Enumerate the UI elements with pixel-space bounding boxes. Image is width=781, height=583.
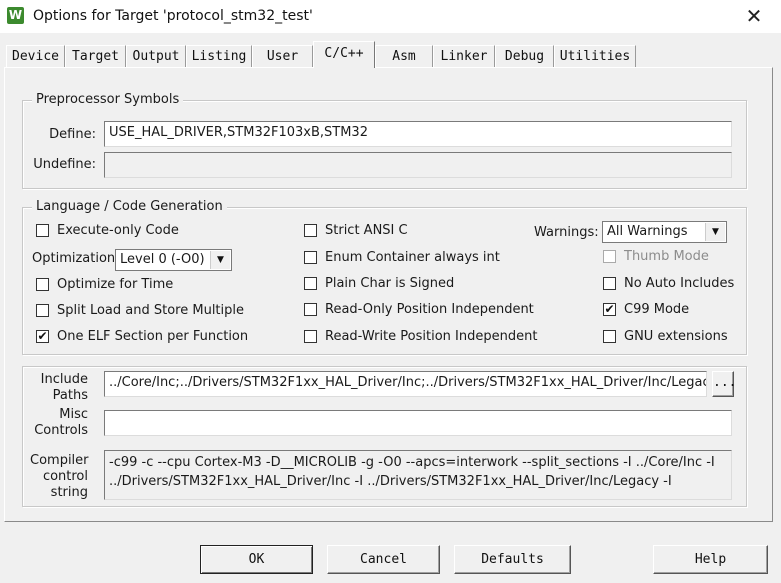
c99-mode-checkbox[interactable]: ✔ (603, 303, 616, 316)
strict-ansi-label: Strict ANSI C (325, 223, 408, 238)
optimize-time-checkbox[interactable] (36, 278, 49, 291)
optimization-label: Optimization: (32, 251, 120, 266)
enum-container-label: Enum Container always int (325, 250, 500, 265)
optimization-value: Level 0 (-O0) (120, 252, 205, 267)
tab-target[interactable]: Target (65, 45, 126, 67)
one-elf-checkbox[interactable]: ✔ (36, 330, 49, 343)
warnings-value: All Warnings (607, 224, 688, 239)
tab-listing[interactable]: Listing (186, 45, 252, 67)
execute-only-label: Execute-only Code (57, 223, 179, 238)
rw-position-checkbox[interactable] (304, 330, 317, 343)
help-button[interactable]: Help (653, 545, 768, 574)
tab-utilities[interactable]: Utilities (554, 45, 636, 67)
enum-container-checkbox[interactable] (304, 251, 317, 264)
plain-char-label: Plain Char is Signed (325, 276, 455, 291)
cancel-button[interactable]: Cancel (327, 545, 440, 574)
warnings-label: Warnings: (534, 225, 599, 240)
no-auto-includes-label: No Auto Includes (624, 276, 735, 291)
thumb-mode-label: Thumb Mode (624, 249, 709, 264)
no-auto-includes-checkbox[interactable] (603, 277, 616, 290)
misc-controls-label-2: Controls (34, 423, 88, 438)
split-load-checkbox[interactable] (36, 304, 49, 317)
title-bar: W Options for Target 'protocol_stm32_tes… (0, 0, 781, 33)
close-button[interactable]: ✕ (734, 0, 774, 33)
plain-char-checkbox[interactable] (304, 277, 317, 290)
tab-c-cpp[interactable]: C/C++ (313, 41, 375, 68)
tab-linker[interactable]: Linker (433, 45, 495, 67)
ro-position-checkbox[interactable] (304, 303, 317, 316)
rw-position-label: Read-Write Position Independent (325, 329, 538, 344)
warnings-select[interactable]: All Warnings ▼ (602, 221, 727, 243)
one-elf-label: One ELF Section per Function (57, 329, 249, 344)
chevron-down-icon: ▼ (705, 223, 725, 241)
optimize-time-label: Optimize for Time (57, 277, 174, 292)
split-load-label: Split Load and Store Multiple (57, 303, 244, 318)
include-paths-browse-button[interactable]: ... (712, 371, 736, 397)
execute-only-checkbox[interactable] (36, 224, 49, 237)
define-label: Define: (49, 127, 96, 142)
gnu-extensions-label: GNU extensions (624, 329, 728, 344)
tab-user[interactable]: User (252, 45, 313, 67)
tab-output[interactable]: Output (126, 45, 186, 67)
define-input[interactable]: USE_HAL_DRIVER,STM32F103xB,STM32 (104, 121, 732, 147)
tab-debug[interactable]: Debug (495, 45, 554, 67)
tab-asm[interactable]: Asm (375, 45, 433, 67)
window-title: Options for Target 'protocol_stm32_test' (33, 8, 313, 24)
keil-app-icon: W (7, 7, 24, 24)
misc-controls-input[interactable] (104, 410, 732, 436)
c99-mode-label: C99 Mode (624, 302, 690, 317)
ro-position-label: Read-Only Position Independent (325, 302, 534, 317)
undefine-input[interactable] (104, 152, 732, 178)
compiler-control-string[interactable]: -c99 -c --cpu Cortex-M3 -D__MICROLIB -g … (104, 450, 732, 500)
compiler-string-label-1: Compiler (30, 453, 89, 468)
optimization-select[interactable]: Level 0 (-O0) ▼ (115, 249, 232, 271)
compiler-string-label-3: string (50, 485, 88, 500)
include-paths-label-2: Paths (52, 388, 88, 403)
include-paths-input[interactable]: ../Core/Inc;../Drivers/STM32F1xx_HAL_Dri… (104, 371, 707, 397)
tab-device[interactable]: Device (6, 45, 65, 67)
gnu-extensions-checkbox[interactable] (603, 330, 616, 343)
defaults-button[interactable]: Defaults (454, 545, 571, 574)
execute-only-box[interactable] (36, 224, 49, 237)
preprocessor-group-title: Preprocessor Symbols (32, 92, 184, 107)
misc-controls-label-1: Misc (59, 407, 88, 422)
include-paths-label-1: Include (40, 372, 88, 387)
ok-button[interactable]: OK (200, 545, 313, 574)
chevron-down-icon: ▼ (210, 251, 230, 269)
compiler-string-label-2: control (42, 469, 88, 484)
language-group-title: Language / Code Generation (32, 199, 227, 214)
strict-ansi-checkbox[interactable] (304, 224, 317, 237)
thumb-mode-checkbox[interactable] (603, 250, 616, 263)
undefine-label: Undefine: (33, 157, 96, 172)
